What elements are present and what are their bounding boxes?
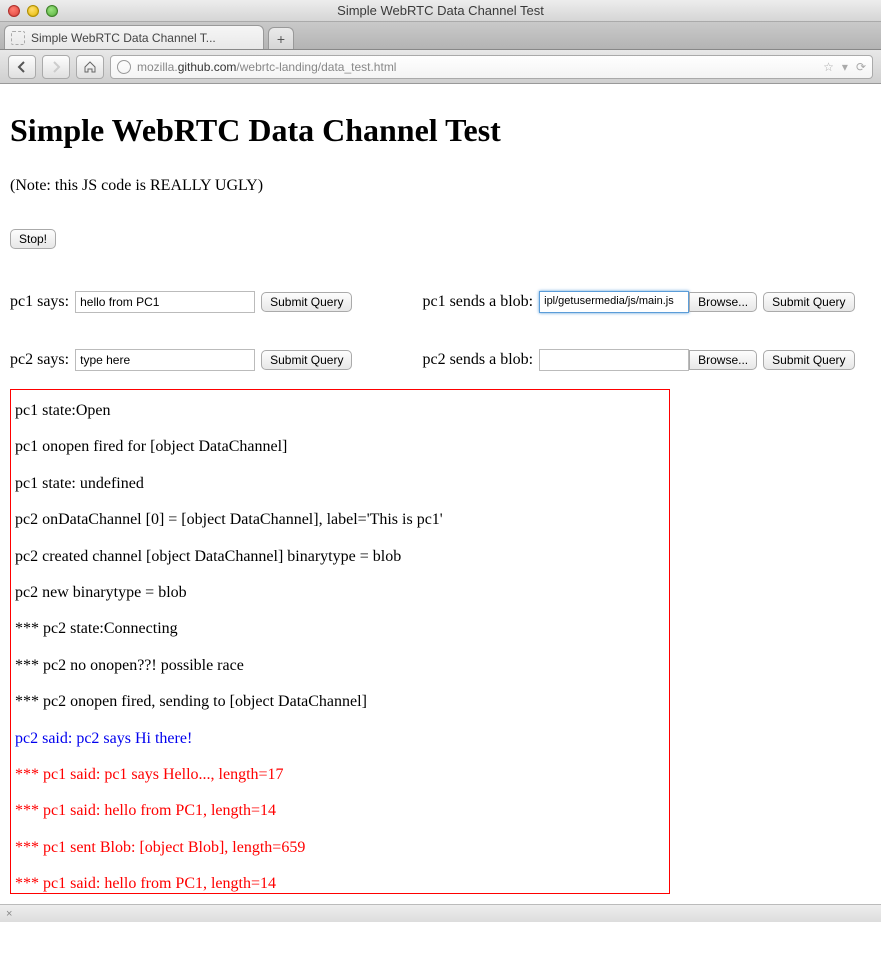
pc1-says-submit-button[interactable]: Submit Query (261, 292, 352, 312)
pc2-says-input[interactable] (75, 349, 255, 371)
pc2-says-label: pc2 says: (10, 351, 69, 369)
pc1-says-row: pc1 says: Submit Query (10, 291, 352, 313)
log-line: *** pc2 state:Connecting (15, 618, 665, 640)
url-text: mozilla.github.com/webrtc-landing/data_t… (137, 60, 396, 74)
favicon-icon (11, 31, 25, 45)
log-line: pc2 onDataChannel [0] = [object DataChan… (15, 509, 665, 531)
log-line: pc2 new binarytype = blob (15, 582, 665, 604)
pc2-blob-file-input[interactable] (539, 349, 689, 371)
tab-active[interactable]: Simple WebRTC Data Channel T... (4, 25, 264, 49)
pc1-blob-label: pc1 sends a blob: (422, 293, 533, 311)
note-text: (Note: this JS code is REALLY UGLY) (10, 177, 871, 195)
forward-button[interactable] (42, 55, 70, 79)
reload-icon[interactable]: ⟳ (856, 60, 866, 74)
log-line: *** pc2 no onopen??! possible race (15, 655, 665, 677)
log-line: pc1 onopen fired for [object DataChannel… (15, 436, 665, 458)
log-output[interactable]: pc1 state:Open pc1 onopen fired for [obje… (10, 389, 670, 894)
window-title: Simple WebRTC Data Channel Test (0, 3, 881, 18)
browser-window: Simple WebRTC Data Channel Test Simple W… (0, 0, 881, 922)
url-bar[interactable]: mozilla.github.com/webrtc-landing/data_t… (110, 55, 873, 79)
plus-icon: + (277, 31, 285, 47)
pc2-blob-row: pc2 sends a blob: Browse... Submit Query (422, 349, 854, 371)
globe-icon (117, 60, 131, 74)
bookmark-star-icon[interactable]: ☆ (823, 60, 834, 74)
log-line: *** pc1 said: hello from PC1, length=14 (15, 873, 665, 894)
log-line: *** pc1 sent Blob: [object Blob], length… (15, 837, 665, 859)
titlebar: Simple WebRTC Data Channel Test (0, 0, 881, 22)
pc1-says-label: pc1 says: (10, 293, 69, 311)
pc2-blob-browse-button[interactable]: Browse... (689, 350, 757, 370)
pc2-says-row: pc2 says: Submit Query (10, 349, 352, 371)
dropdown-icon[interactable]: ▾ (842, 60, 848, 74)
pc2-says-submit-button[interactable]: Submit Query (261, 350, 352, 370)
page-content: Simple WebRTC Data Channel Test (Note: t… (0, 84, 881, 904)
pc1-blob-row: pc1 sends a blob: ipl/getusermedia/js/ma… (422, 291, 854, 313)
home-icon (83, 60, 97, 74)
status-bar: × (0, 904, 881, 922)
log-line: pc1 state:Open (15, 400, 665, 422)
arrow-right-icon (50, 61, 62, 73)
close-window-button[interactable] (8, 5, 20, 17)
log-line: pc1 state: undefined (15, 473, 665, 495)
zoom-window-button[interactable] (46, 5, 58, 17)
traffic-lights (0, 5, 58, 17)
tab-label: Simple WebRTC Data Channel T... (31, 31, 216, 45)
back-button[interactable] (8, 55, 36, 79)
pc2-blob-label: pc2 sends a blob: (422, 351, 533, 369)
pc2-blob-submit-button[interactable]: Submit Query (763, 350, 854, 370)
log-line: *** pc1 said: pc1 says Hello..., length=… (15, 764, 665, 786)
log-line: pc2 created channel [object DataChannel]… (15, 546, 665, 568)
toolbar: mozilla.github.com/webrtc-landing/data_t… (0, 50, 881, 84)
pc1-says-input[interactable] (75, 291, 255, 313)
pc1-blob-browse-button[interactable]: Browse... (689, 292, 757, 312)
tabbar: Simple WebRTC Data Channel T... + (0, 22, 881, 50)
new-tab-button[interactable]: + (268, 27, 294, 49)
log-line: pc2 said: pc2 says Hi there! (15, 728, 665, 750)
status-close-icon[interactable]: × (6, 908, 12, 920)
home-button[interactable] (76, 55, 104, 79)
arrow-left-icon (16, 61, 28, 73)
minimize-window-button[interactable] (27, 5, 39, 17)
page-title: Simple WebRTC Data Channel Test (10, 112, 871, 149)
pc1-blob-file-input[interactable]: ipl/getusermedia/js/main.js (539, 291, 689, 313)
stop-button[interactable]: Stop! (10, 229, 56, 249)
pc1-blob-submit-button[interactable]: Submit Query (763, 292, 854, 312)
log-line: *** pc1 said: hello from PC1, length=14 (15, 800, 665, 822)
log-line: *** pc2 onopen fired, sending to [object… (15, 691, 665, 713)
